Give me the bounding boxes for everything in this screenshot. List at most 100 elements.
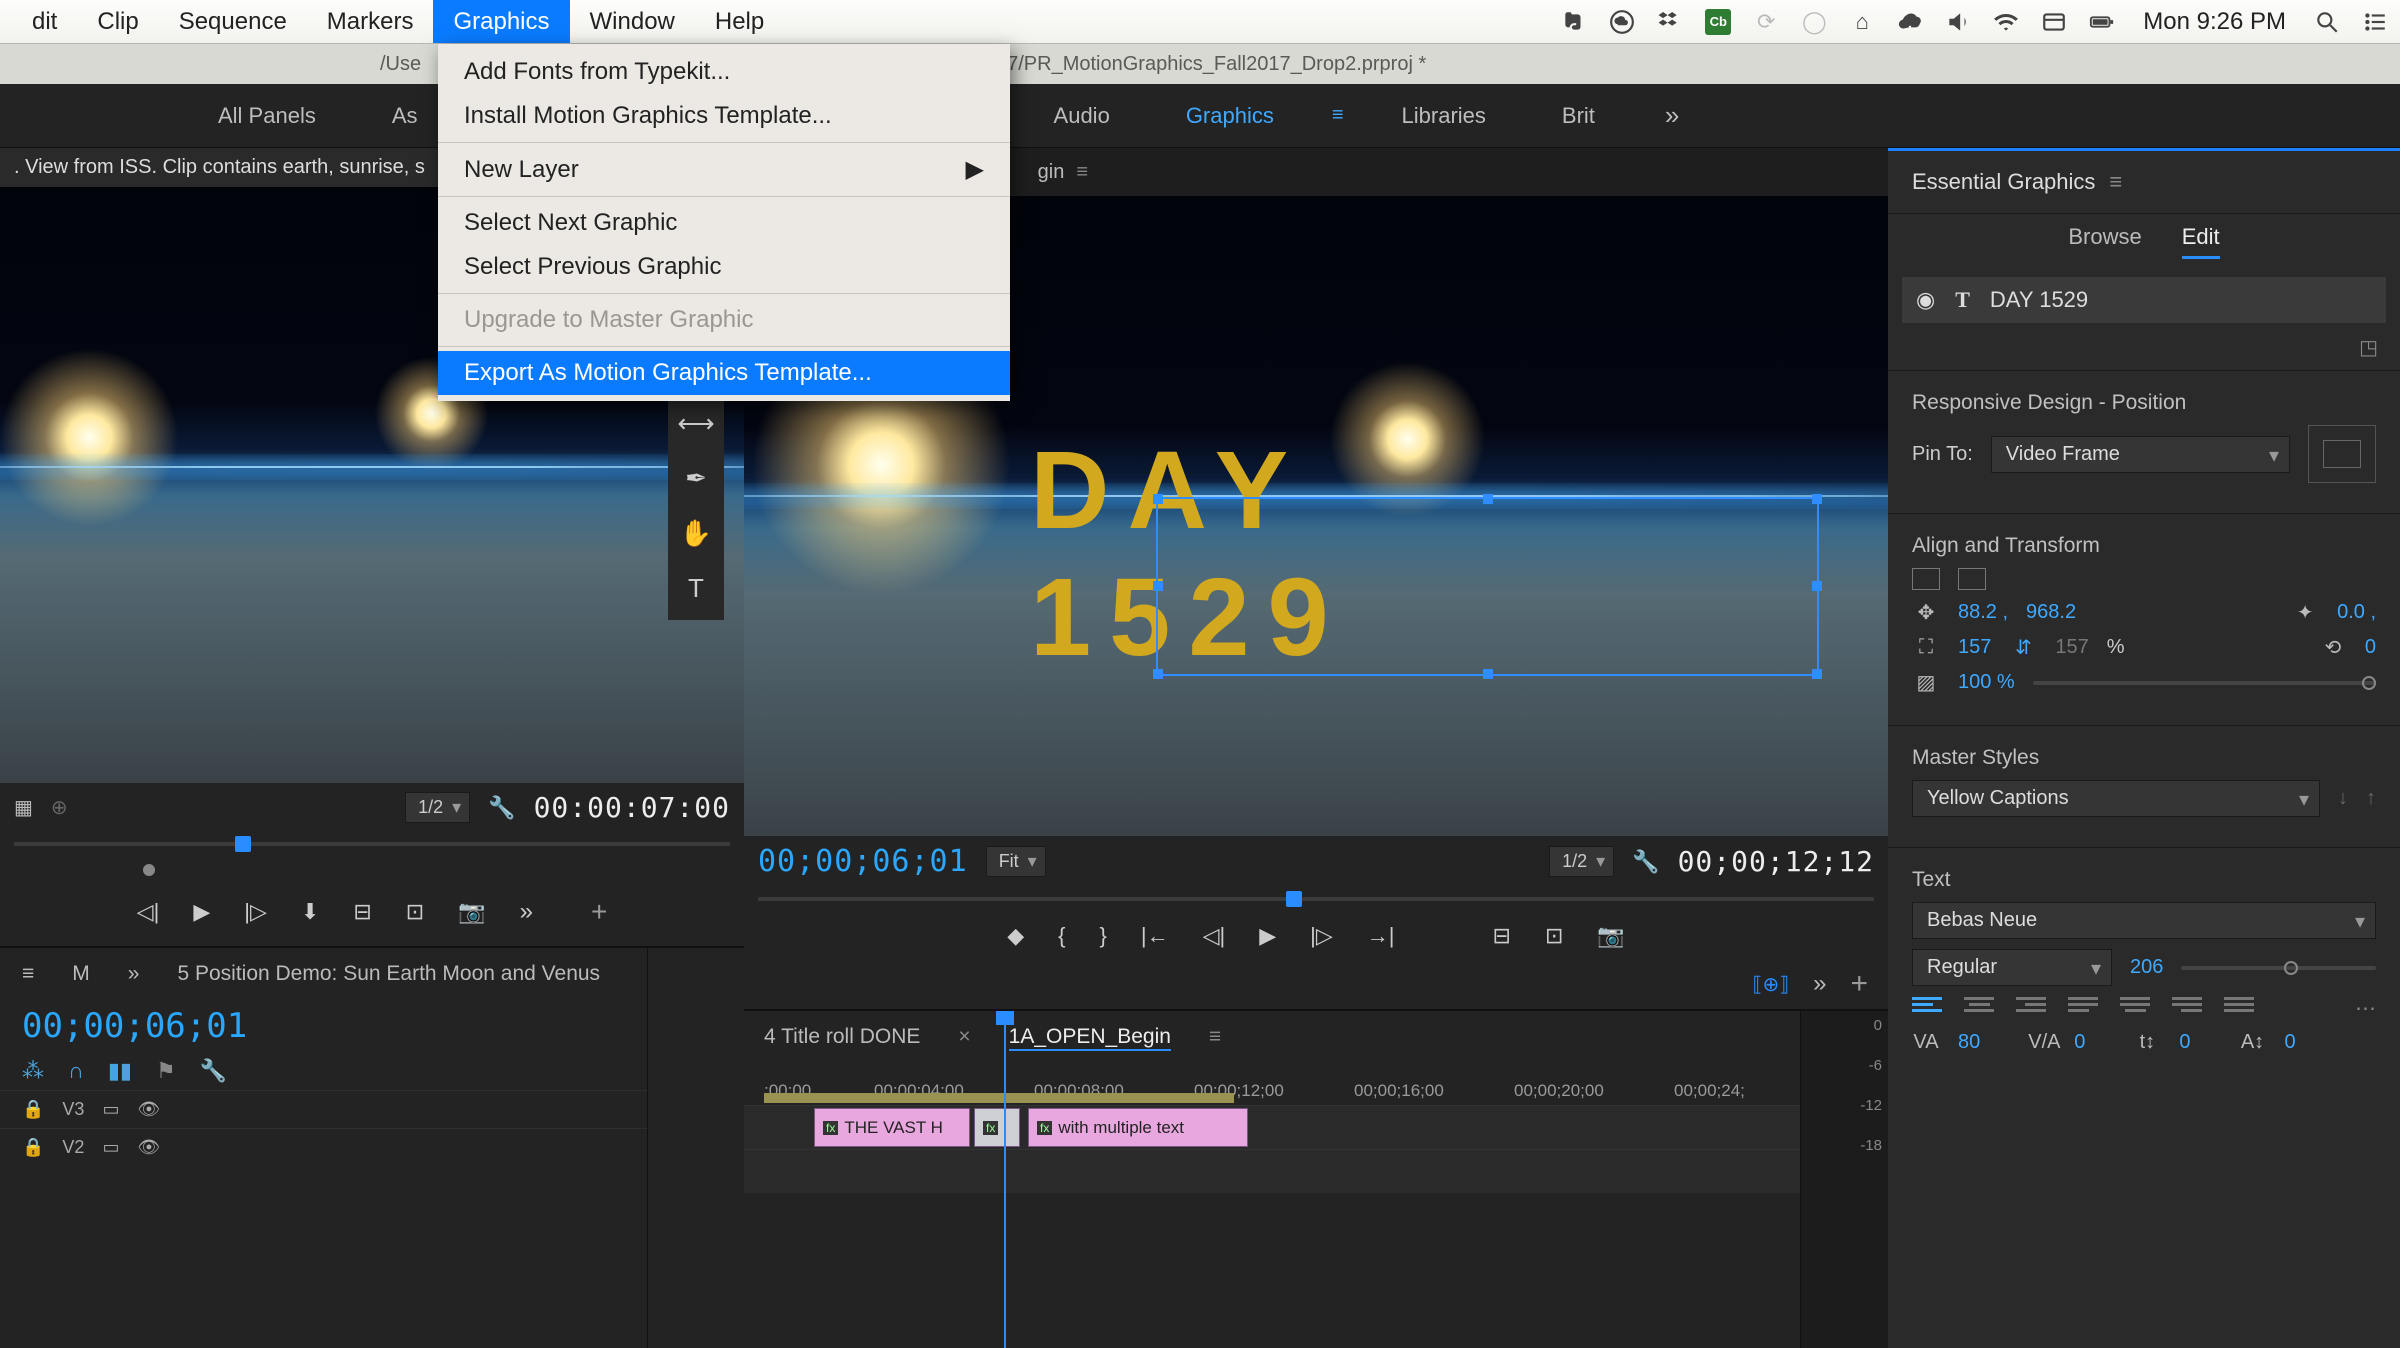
battery-icon[interactable] bbox=[2089, 9, 2115, 35]
eye-icon[interactable]: ◉ bbox=[1916, 287, 1935, 313]
add-button-icon[interactable]: + bbox=[1850, 967, 1868, 1001]
eye-icon[interactable]: 👁 bbox=[137, 1137, 160, 1158]
spotlight-icon[interactable] bbox=[2314, 9, 2340, 35]
track-header-v2[interactable]: 🔒 V2 ▭ 👁 bbox=[0, 1128, 647, 1166]
lock-icon[interactable]: 🔒 bbox=[22, 1137, 44, 1158]
tracking-value[interactable]: 0 bbox=[2074, 1031, 2085, 1054]
align-left-icon[interactable] bbox=[1912, 997, 1942, 1021]
align-center-h-icon[interactable] bbox=[1912, 568, 1940, 590]
wrench-icon[interactable]: 🔧 bbox=[1632, 849, 1659, 875]
clip-the-vast[interactable]: fxTHE VAST H bbox=[814, 1108, 970, 1147]
export-frame-icon[interactable]: 📷 bbox=[458, 899, 485, 925]
go-out-icon[interactable]: →| bbox=[1367, 923, 1395, 949]
timeline-tab-0[interactable]: 5 Position Demo: Sun Earth Moon and Venu… bbox=[177, 962, 600, 986]
in-out-bar[interactable] bbox=[764, 1093, 1234, 1103]
justify-all-icon[interactable] bbox=[2224, 997, 2254, 1021]
volume-icon[interactable] bbox=[1945, 9, 1971, 35]
clip-multiple-text[interactable]: fxwith multiple text bbox=[1028, 1108, 1248, 1147]
playhead[interactable] bbox=[1004, 1011, 1006, 1348]
workspace-libraries[interactable]: Libraries bbox=[1384, 103, 1504, 129]
source-resolution-dropdown[interactable]: 1/2 bbox=[405, 792, 470, 823]
lift-icon[interactable]: ⊟ bbox=[1493, 923, 1511, 949]
crop-icon[interactable]: ⟦⊕⟧ bbox=[1753, 972, 1790, 997]
menu-export-mogrt[interactable]: Export As Motion Graphics Template... bbox=[438, 351, 1010, 395]
snap-icon[interactable]: ⁂ bbox=[22, 1058, 44, 1084]
carbonite-icon[interactable]: Cb bbox=[1705, 9, 1731, 35]
timeline-ruler[interactable]: ;00;00 00;00;04;00 00;00;08;00 00;00;12;… bbox=[744, 1065, 1800, 1105]
eg-tab-edit[interactable]: Edit bbox=[2182, 224, 2220, 259]
play-icon[interactable]: ▶ bbox=[193, 899, 210, 925]
type-tool-icon[interactable]: T bbox=[688, 573, 704, 604]
align-right-icon[interactable] bbox=[2016, 997, 2046, 1021]
sync-icon[interactable]: ⟳ bbox=[1753, 9, 1779, 35]
kerning-value[interactable]: 80 bbox=[1958, 1031, 1980, 1054]
track-v2-lane[interactable] bbox=[744, 1149, 1800, 1193]
justify-last-left-icon[interactable] bbox=[2068, 997, 2098, 1021]
extract-icon[interactable]: ⊡ bbox=[1545, 923, 1563, 949]
step-fwd-icon[interactable]: |▷ bbox=[1310, 923, 1333, 949]
home-icon[interactable]: ⌂ bbox=[1849, 9, 1875, 35]
export-frame-icon[interactable]: 📷 bbox=[1597, 923, 1624, 949]
source-scrubber[interactable] bbox=[14, 832, 730, 856]
font-family-dropdown[interactable]: Bebas Neue bbox=[1912, 902, 2376, 939]
font-size[interactable]: 206 bbox=[2130, 956, 2163, 979]
menu-install-mogrt[interactable]: Install Motion Graphics Template... bbox=[438, 94, 1010, 138]
push-style-icon[interactable]: ↓ bbox=[2338, 787, 2348, 810]
pos-x[interactable]: 88.2 , bbox=[1958, 601, 2008, 624]
step-fwd-icon[interactable]: |▷ bbox=[244, 899, 267, 925]
menu-item-help[interactable]: Help bbox=[695, 0, 784, 43]
new-layer-icon[interactable]: ◳ bbox=[2359, 337, 2378, 359]
menu-select-prev[interactable]: Select Previous Graphic bbox=[438, 245, 1010, 289]
track-v3-lane[interactable]: fxTHE VAST H fx fxwith multiple text bbox=[744, 1105, 1800, 1149]
timeline-tab-1[interactable]: 4 Title roll DONE bbox=[764, 1025, 920, 1051]
support-icon[interactable]: ◯ bbox=[1801, 9, 1827, 35]
timeline-tab-2[interactable]: 1A_OPEN_Begin bbox=[1009, 1025, 1171, 1051]
menu-item-markers[interactable]: Markers bbox=[307, 0, 434, 43]
workspace-graphics[interactable]: Graphics bbox=[1168, 103, 1292, 129]
rotation-value[interactable]: 0 bbox=[2365, 636, 2376, 659]
link-icon[interactable]: ⇵ bbox=[2009, 635, 2037, 660]
menu-extras-icon[interactable] bbox=[2362, 9, 2388, 35]
tl-overflow-icon[interactable]: » bbox=[128, 962, 140, 986]
markers-icon[interactable]: ▮▮ bbox=[108, 1058, 132, 1084]
anchor-x[interactable]: 0.0 , bbox=[2337, 601, 2376, 624]
in-point-icon[interactable]: { bbox=[1058, 923, 1065, 949]
step-back-icon[interactable]: ◁| bbox=[1203, 923, 1226, 949]
font-size-slider[interactable] bbox=[2181, 966, 2376, 970]
program-resolution-dropdown[interactable]: 1/2 bbox=[1549, 846, 1614, 877]
dropbox-icon[interactable] bbox=[1657, 9, 1683, 35]
menu-add-fonts[interactable]: Add Fonts from Typekit... bbox=[438, 50, 1010, 94]
menu-item-graphics[interactable]: Graphics bbox=[433, 0, 569, 43]
workspace-all-panels[interactable]: All Panels bbox=[200, 103, 334, 129]
menu-select-next[interactable]: Select Next Graphic bbox=[438, 201, 1010, 245]
mark-in-icon[interactable]: ⬇ bbox=[301, 899, 319, 925]
workspace-menu-icon[interactable]: ≡ bbox=[1332, 104, 1344, 127]
settings-icon[interactable]: ⚑ bbox=[156, 1058, 176, 1084]
clock[interactable]: Mon 9:26 PM bbox=[2137, 8, 2292, 36]
hand-tool-icon[interactable]: ✋ bbox=[680, 518, 712, 549]
wrench-icon[interactable]: 🔧 bbox=[488, 795, 515, 821]
panel-menu-icon[interactable]: ≡ bbox=[1209, 1025, 1221, 1051]
eye-icon[interactable]: 👁 bbox=[137, 1099, 160, 1120]
out-point-icon[interactable]: } bbox=[1100, 923, 1107, 949]
step-back-icon[interactable]: ◁| bbox=[137, 899, 160, 925]
selection-box[interactable] bbox=[1156, 497, 1820, 676]
overflow-icon[interactable]: » bbox=[1813, 970, 1826, 998]
align-center-v-icon[interactable] bbox=[1958, 568, 1986, 590]
timeline-playhead-tc[interactable]: 00;00;06;01 bbox=[22, 1006, 247, 1046]
tl-marker-icon[interactable]: M bbox=[72, 962, 90, 986]
layer-name[interactable]: DAY 1529 bbox=[1990, 287, 2088, 313]
clip-gap[interactable]: fx bbox=[974, 1108, 1020, 1147]
menu-item-clip[interactable]: Clip bbox=[77, 0, 158, 43]
pin-diagram[interactable] bbox=[2308, 425, 2376, 483]
creative-cloud-icon[interactable] bbox=[1609, 9, 1635, 35]
eg-tab-browse[interactable]: Browse bbox=[2068, 224, 2141, 259]
tab-close-icon[interactable]: × bbox=[958, 1025, 970, 1051]
menu-new-layer[interactable]: New Layer▶ bbox=[438, 147, 1010, 192]
horizontal-type-icon[interactable]: ⟷ bbox=[677, 408, 714, 439]
lock-icon[interactable]: 🔒 bbox=[22, 1099, 44, 1120]
tl-side-menu-icon[interactable]: ≡ bbox=[22, 962, 34, 986]
baseline-value[interactable]: 0 bbox=[2179, 1031, 2190, 1054]
wifi-icon[interactable] bbox=[1993, 9, 2019, 35]
font-weight-dropdown[interactable]: Regular bbox=[1912, 949, 2112, 986]
